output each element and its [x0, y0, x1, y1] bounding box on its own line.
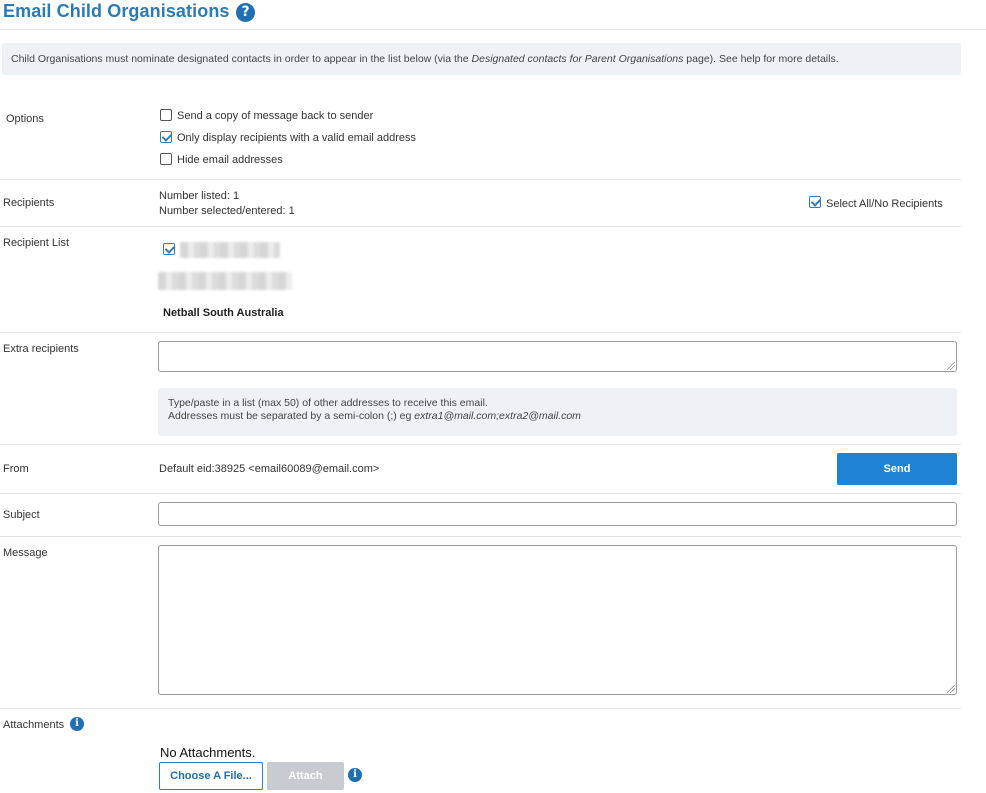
divider — [0, 708, 961, 709]
notice-banner: Child Organisations must nominate design… — [2, 43, 961, 75]
hide-emails-checkbox[interactable] — [160, 153, 172, 165]
notice-prefix: Child Organisations must nominate design… — [11, 53, 472, 65]
info-circle-icon[interactable]: i — [70, 717, 84, 731]
no-attachments-text: No Attachments. — [160, 745, 256, 760]
question-circle-icon[interactable]: ? — [236, 3, 255, 22]
send-button[interactable]: Send — [837, 453, 957, 485]
divider — [0, 332, 961, 333]
valid-email-only-checkbox[interactable] — [160, 131, 172, 143]
send-copy-label: Send a copy of message back to sender — [177, 110, 374, 122]
divider — [0, 226, 961, 227]
hint-line-2: Addresses must be separated by a semi-co… — [168, 410, 947, 423]
resize-grip-icon[interactable] — [947, 685, 955, 693]
divider — [0, 444, 961, 445]
extra-recipients-hint: Type/paste in a list (max 50) of other a… — [158, 388, 957, 436]
page-title: Email Child Organisations — [3, 1, 230, 21]
select-all-checkbox[interactable] — [809, 196, 821, 208]
choose-file-button[interactable]: Choose A File... — [159, 762, 263, 790]
message-label: Message — [3, 547, 48, 559]
hint-line-1: Type/paste in a list (max 50) of other a… — [168, 397, 488, 409]
recipient-organisation: Netball South Australia — [163, 307, 284, 319]
recipient-checkbox[interactable] — [163, 243, 175, 255]
attachments-label: Attachments — [3, 719, 65, 731]
from-value: Default eid:38925 <email60089@email.com> — [159, 463, 380, 475]
designated-contacts-link: Designated contacts for Parent Organisat… — [471, 53, 684, 65]
redacted-recipient-email — [158, 272, 292, 290]
extra-recipients-input[interactable] — [158, 341, 957, 372]
recipients-label: Recipients — [3, 197, 55, 209]
divider — [0, 493, 961, 494]
info-circle-icon[interactable]: i — [348, 768, 362, 782]
redacted-recipient-name — [180, 242, 280, 258]
notice-suffix: page). See help for more details. — [683, 53, 839, 65]
divider — [0, 179, 961, 180]
from-label: From — [3, 463, 29, 475]
select-all-label: Select All/No Recipients — [826, 198, 943, 210]
attach-button[interactable]: Attach — [267, 762, 344, 790]
hint-example: extra1@mail.com;extra2@mail.com — [414, 410, 581, 422]
subject-input[interactable] — [158, 502, 957, 526]
divider — [0, 536, 961, 537]
hide-emails-label: Hide email addresses — [177, 154, 283, 166]
number-selected: Number selected/entered: 1 — [159, 205, 295, 217]
subject-label: Subject — [3, 509, 40, 521]
send-copy-checkbox[interactable] — [160, 109, 172, 121]
recipient-list-label: Recipient List — [3, 237, 70, 249]
number-listed: Number listed: 1 — [159, 190, 240, 202]
extra-recipients-label: Extra recipients — [3, 343, 79, 355]
message-textarea[interactable] — [158, 545, 957, 695]
resize-grip-icon[interactable] — [947, 362, 955, 370]
valid-email-only-label: Only display recipients with a valid ema… — [177, 132, 417, 144]
hint-line-2-text: Addresses must be separated by a semi-co… — [168, 410, 415, 422]
title-bar: Email Child Organisations ? — [0, 0, 986, 30]
options-label: Options — [6, 113, 44, 125]
